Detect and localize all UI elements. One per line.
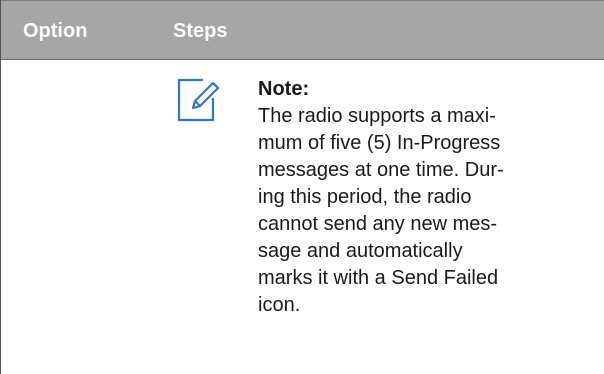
pencil-note-icon (173, 74, 225, 126)
note-line: sage and automatically (258, 240, 463, 262)
column-header-steps: Steps (173, 20, 228, 42)
table-header: Option Steps (1, 0, 604, 60)
note-body: The radio supports a maxi- mum of five (… (258, 103, 588, 319)
column-header-option: Option (23, 20, 88, 42)
note-line: icon. (258, 294, 301, 316)
note-line: ing this period, the radio (258, 186, 472, 208)
note-line: cannot send any new mes- (258, 213, 498, 235)
note-line: mum of five (5) In-Progress (258, 132, 501, 154)
note-title: Note: (258, 78, 310, 100)
note-line: The radio supports a maxi- (258, 105, 496, 127)
note-line: messages at one time. Dur- (258, 159, 504, 181)
procedure-table: Option Steps Note: The radio supports a … (0, 0, 604, 374)
note-line: marks it with a Send Failed (258, 267, 499, 289)
note-block: Note: The radio supports a maxi- mum of … (258, 76, 588, 319)
